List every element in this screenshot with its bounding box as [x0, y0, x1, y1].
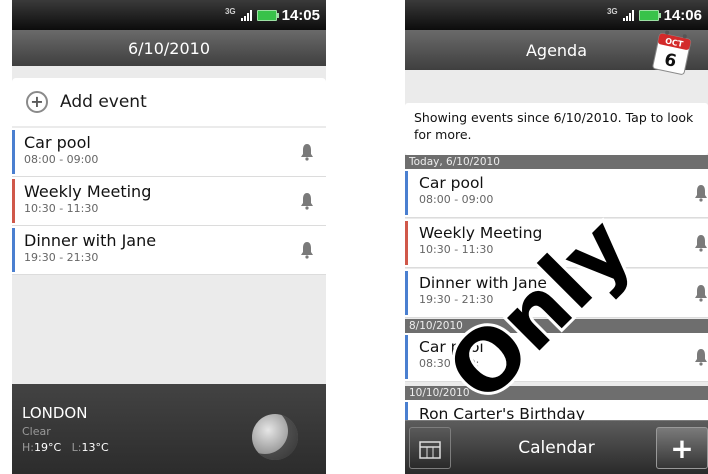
agenda-view-screen: 3G 14:06 Agenda OCT 6 Showing events sin… — [405, 0, 708, 474]
date-separator: Today, 6/10/2010 — [405, 155, 708, 169]
network-type-indicator: 3G — [224, 7, 236, 16]
status-time: 14:06 — [663, 6, 702, 24]
calendar-view-button[interactable] — [409, 427, 451, 469]
bottom-bar-title: Calendar — [518, 437, 595, 458]
calendar-page-icon[interactable]: OCT 6 — [650, 28, 694, 78]
agenda-notice[interactable]: Showing events since 6/10/2010. Tap to l… — [405, 103, 708, 155]
event-item[interactable]: Weekly Meeting 10:30 - 11:30 — [12, 177, 326, 226]
day-header-date: 6/10/2010 — [127, 38, 211, 58]
event-time: 08:00 - 09:00 — [24, 153, 99, 166]
event-color-bar — [405, 271, 408, 315]
bell-icon — [695, 235, 707, 252]
plus-circle-icon: + — [26, 91, 48, 113]
calendar-grid-icon — [419, 441, 441, 459]
event-title: Dinner with Jane — [419, 274, 547, 292]
event-time: 19:30 - 21:30 — [24, 251, 99, 264]
add-event-button[interactable]: + Add event — [12, 78, 326, 126]
event-title: Dinner with Jane — [24, 231, 157, 250]
low-temp: 13°C — [81, 441, 109, 454]
calendar-bottom-bar: Calendar + — [405, 420, 708, 474]
agenda-event-item[interactable]: Car pool 08:00 - 09:00 — [405, 169, 708, 218]
event-title: Car pool — [419, 174, 484, 192]
day-view-screen: 3G 14:05 6/10/2010 + Add event Car pool … — [12, 0, 326, 474]
add-event-label: Add event — [60, 92, 147, 112]
event-time: 08:30 - 09: — [419, 357, 480, 370]
signal-strength-icon — [240, 9, 252, 21]
event-color-bar — [405, 171, 408, 215]
event-item[interactable]: Dinner with Jane 19:30 - 21:30 — [12, 226, 326, 275]
event-title: Weekly Meeting — [419, 224, 543, 242]
event-item[interactable]: Car pool 08:00 - 09:00 — [12, 128, 326, 177]
agenda-event-item[interactable]: Car pool 08:30 - 09: — [405, 333, 708, 382]
status-time: 14:05 — [281, 6, 320, 24]
status-bar: 3G 14:05 — [12, 0, 326, 30]
day-header: 6/10/2010 — [12, 30, 326, 66]
date-separator: 10/10/2010 — [405, 386, 708, 400]
bell-icon — [301, 144, 313, 161]
network-type-indicator: 3G — [606, 7, 618, 16]
bell-icon — [301, 242, 313, 259]
date-separator: 8/10/2010 — [405, 319, 708, 333]
event-color-bar — [12, 228, 15, 272]
event-time: 08:00 - 09:00 — [419, 193, 494, 206]
event-color-bar — [12, 130, 15, 174]
event-color-bar — [405, 335, 408, 379]
event-title: Car pool — [419, 338, 484, 356]
agenda-event-item[interactable]: Dinner with Jane 19:30 - 21:30 — [405, 269, 708, 318]
event-time: 19:30 - 21:30 — [419, 293, 494, 306]
bell-icon — [695, 185, 707, 202]
signal-strength-icon — [622, 9, 634, 21]
status-bar: 3G 14:06 — [405, 0, 708, 30]
battery-icon — [638, 9, 661, 21]
add-event-plus-button[interactable]: + — [656, 427, 708, 469]
bell-icon — [301, 193, 313, 210]
event-color-bar — [12, 179, 15, 223]
event-time: 10:30 - 11:30 — [24, 202, 99, 215]
day-event-list: Car pool 08:00 - 09:00 Weekly Meeting 10… — [12, 128, 326, 275]
event-time: 10:30 - 11:30 — [419, 243, 494, 256]
bell-icon — [695, 285, 707, 302]
agenda-event-item[interactable]: Weekly Meeting 10:30 - 11:30 — [405, 219, 708, 268]
moon-icon — [252, 414, 298, 460]
agenda-notice-text: Showing events since 6/10/2010. Tap to l… — [414, 110, 694, 142]
bell-icon — [695, 349, 707, 366]
high-temp: 19°C — [33, 441, 62, 454]
high-temp-label: H: — [22, 441, 34, 454]
battery-icon — [256, 9, 279, 21]
event-title: Car pool — [24, 133, 91, 152]
agenda-title: Agenda — [525, 40, 588, 60]
agenda-header: Agenda OCT 6 — [405, 30, 708, 75]
event-title: Weekly Meeting — [24, 182, 152, 201]
event-color-bar — [405, 221, 408, 265]
low-temp-label: L: — [71, 441, 82, 454]
screenshot-stage: 3G 14:05 6/10/2010 + Add event Car pool … — [0, 0, 708, 474]
weather-widget[interactable]: LONDON Clear H:19°C L:13°C — [12, 384, 326, 474]
